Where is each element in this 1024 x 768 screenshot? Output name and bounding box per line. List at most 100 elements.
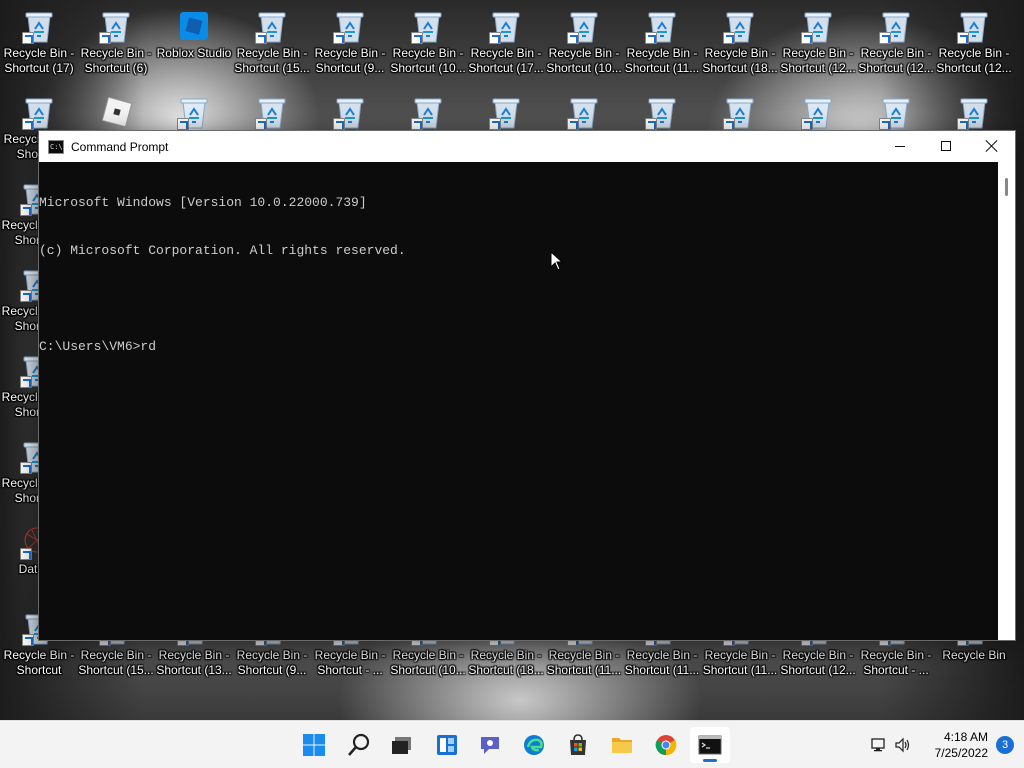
desktop-icon[interactable]: Recycle Bin - Shortcut (17... (467, 2, 545, 82)
terminal-button[interactable] (690, 727, 730, 763)
desktop-icon-label: Recycle Bin - Shortcut (9... (314, 46, 386, 75)
desktop-icon-label: Recycle Bin - Shortcut (12... (780, 648, 856, 677)
desktop-icon-label: Roblox Studio (156, 46, 232, 60)
clock-date: 7/25/2022 (934, 746, 988, 760)
teams-chat-icon (478, 733, 502, 757)
desktop-icon[interactable]: Recycle Bin - Shortcut (10... (389, 2, 467, 82)
shortcut-arrow-icon (957, 32, 969, 44)
active-app-indicator (703, 759, 717, 762)
shortcut-arrow-icon (255, 118, 267, 130)
shortcut-arrow-icon (411, 118, 423, 130)
shortcut-arrow-icon (20, 376, 32, 388)
desktop-icon-label: Recycle Bin - Shortcut (15... (78, 648, 154, 677)
shortcut-arrow-icon (22, 634, 34, 646)
scrollbar-thumb[interactable] (1005, 178, 1008, 196)
desktop-icon[interactable]: Recycle Bin - Shortcut (17) (0, 2, 78, 82)
task-view-icon (390, 733, 414, 757)
shortcut-arrow-icon (411, 32, 423, 44)
desktop-icon-label: Recycle Bin - Shortcut (9... (236, 648, 308, 677)
network-icon[interactable] (870, 736, 888, 754)
close-button[interactable] (969, 131, 1015, 161)
widgets-icon (435, 733, 459, 757)
recycle-bin-icon (411, 8, 445, 44)
search-button[interactable] (339, 727, 379, 763)
recycle-bin-icon (177, 94, 211, 130)
recycle-bin-icon (22, 8, 56, 44)
shortcut-arrow-icon (957, 118, 969, 130)
desktop-icon-label: Recycle Bin - Shortcut - ... (860, 648, 932, 677)
recycle-bin-icon (801, 94, 835, 130)
minimize-icon (895, 145, 905, 147)
clock[interactable]: 4:18 AM 7/25/2022 (908, 729, 988, 761)
recycle-bin-icon (333, 94, 367, 130)
maximize-button[interactable] (923, 131, 969, 161)
task-view-button[interactable] (382, 727, 422, 763)
microsoft-store-icon (566, 733, 590, 757)
shortcut-arrow-icon (22, 118, 34, 130)
console-line: Microsoft Windows [Version 10.0.22000.73… (39, 195, 367, 210)
desktop-icon[interactable]: Recycle Bin - Shortcut (12... (779, 2, 857, 82)
start-button[interactable] (294, 727, 334, 763)
window-title: Command Prompt (71, 139, 169, 154)
roblox-studio-icon (177, 8, 211, 44)
shortcut-arrow-icon (801, 32, 813, 44)
desktop-icon-label: Recycle Bin - Shortcut (17... (468, 46, 544, 75)
desktop-icon[interactable]: Recycle Bin - Shortcut (12... (935, 2, 1013, 82)
shortcut-arrow-icon (879, 118, 891, 130)
recycle-bin-icon (333, 8, 367, 44)
desktop-icon[interactable]: Recycle Bin - Shortcut (10... (545, 2, 623, 82)
windows-start-icon (302, 733, 326, 757)
recycle-bin-icon (879, 94, 913, 130)
desktop-icon[interactable]: Recycle Bin - Shortcut (12... (857, 2, 935, 82)
desktop-icon-label: Recycle Bin - Shortcut (11... (546, 648, 622, 677)
shortcut-arrow-icon (20, 462, 32, 474)
shortcut-arrow-icon (489, 32, 501, 44)
desktop-icon-label: Recycle Bin - Shortcut (12... (936, 46, 1012, 75)
recycle-bin-icon (255, 94, 289, 130)
desktop-icon[interactable]: Recycle Bin - Shortcut (9... (311, 2, 389, 82)
recycle-bin-icon (801, 8, 835, 44)
desktop-icon[interactable]: Roblox Studio (155, 2, 233, 82)
desktop-icon-label: Recycle Bin - Shortcut (12... (780, 46, 856, 75)
shortcut-arrow-icon (879, 32, 891, 44)
command-prompt-window[interactable]: C:\ Command Prompt Microsoft Windows [Ve… (38, 130, 1016, 641)
widgets-button[interactable] (427, 727, 467, 763)
desktop-icon-label: Recycle Bin - Shortcut - ... (314, 648, 386, 677)
edge-button[interactable] (514, 727, 554, 763)
recycle-bin-icon (567, 8, 601, 44)
shortcut-arrow-icon (177, 118, 189, 130)
edge-icon (522, 733, 546, 757)
desktop-icon[interactable]: Recycle Bin - Shortcut (11... (623, 2, 701, 82)
console-prompt-line[interactable]: C:\Users\VM6>rd (39, 339, 998, 355)
desktop-icon-label: Recycle Bin - Shortcut (18... (702, 46, 778, 75)
chrome-button[interactable] (646, 727, 686, 763)
shortcut-arrow-icon (20, 204, 32, 216)
shortcut-arrow-icon (801, 118, 813, 130)
shortcut-arrow-icon (567, 32, 579, 44)
vertical-scrollbar[interactable] (998, 162, 1015, 640)
file-explorer-button[interactable] (602, 727, 642, 763)
window-titlebar[interactable]: C:\ Command Prompt (39, 131, 1015, 162)
desktop-icon-label: Recycle Bin - Shortcut (11... (702, 648, 778, 677)
desktop-icon-label: Recycle Bin - Shortcut (17) (3, 46, 75, 75)
desktop-icon-label: Recycle Bin - Shortcut (6) (80, 46, 152, 75)
desktop-icon[interactable]: Recycle Bin - Shortcut (18... (701, 2, 779, 82)
desktop-icon[interactable]: Recycle Bin - Shortcut (6) (77, 2, 155, 82)
desktop-icon-label: Recycle Bin - Shortcut (13... (156, 648, 232, 677)
minimize-button[interactable] (877, 131, 923, 161)
shortcut-arrow-icon (723, 118, 735, 130)
recycle-bin-icon (489, 94, 523, 130)
command-prompt-icon: C:\ (48, 139, 64, 154)
shortcut-arrow-icon (723, 32, 735, 44)
recycle-bin-icon (957, 8, 991, 44)
recycle-bin-icon (255, 8, 289, 44)
chrome-icon (654, 733, 678, 757)
recycle-bin-icon (645, 94, 679, 130)
notification-badge[interactable]: 3 (996, 736, 1014, 754)
desktop-icon-label: Recycle Bin - Shortcut (10... (546, 46, 622, 75)
store-button[interactable] (558, 727, 598, 763)
desktop-icon[interactable]: Recycle Bin - Shortcut (15... (233, 2, 311, 82)
console-output[interactable]: Microsoft Windows [Version 10.0.22000.73… (39, 162, 998, 640)
chat-button[interactable] (470, 727, 510, 763)
